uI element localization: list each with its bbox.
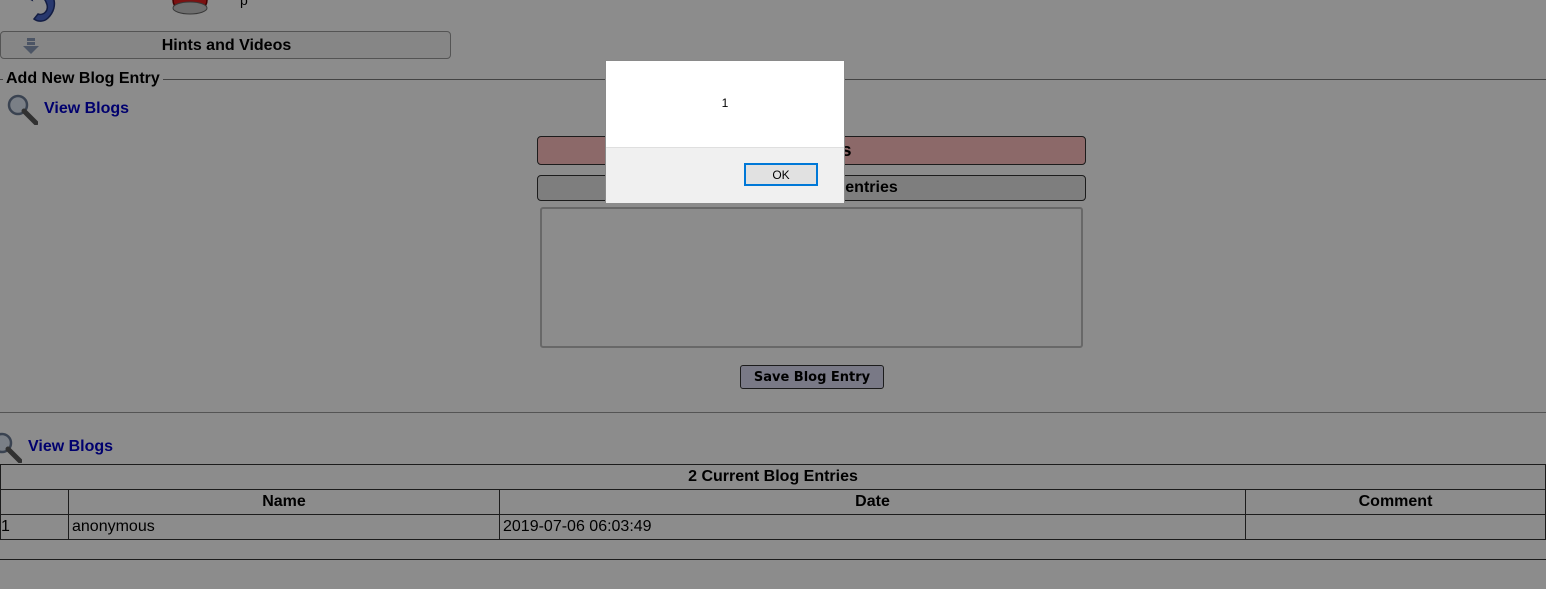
ok-button[interactable]: OK bbox=[744, 163, 818, 186]
alert-message: 1 bbox=[721, 96, 729, 110]
alert-footer: OK bbox=[606, 147, 844, 203]
alert-dialog: 1 OK bbox=[605, 60, 845, 203]
